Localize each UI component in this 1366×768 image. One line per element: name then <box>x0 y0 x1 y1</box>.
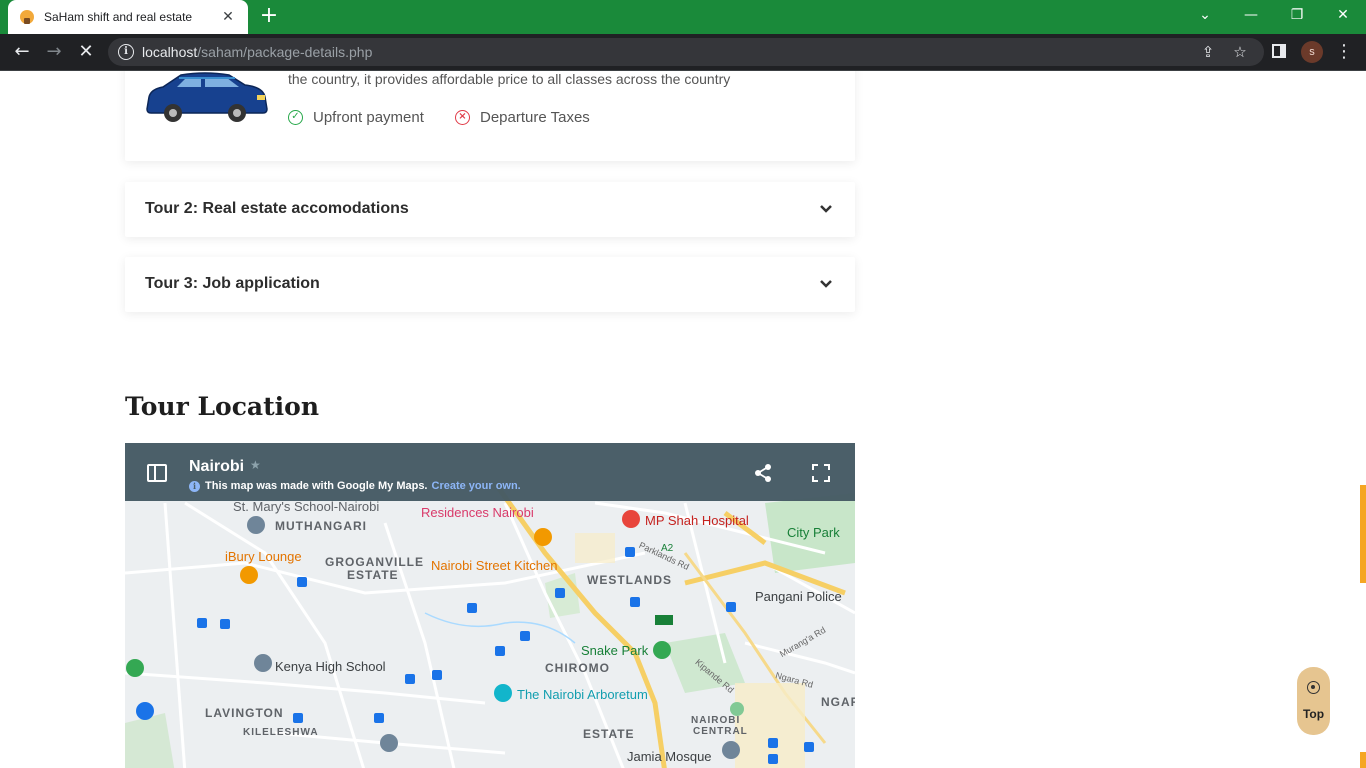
map-label[interactable]: Snake Park <box>581 643 648 658</box>
map-label[interactable]: Kenya High School <box>275 659 386 674</box>
map-label[interactable]: City Park <box>787 525 840 540</box>
accordion-tour-3[interactable]: Tour 3: Job application <box>125 257 855 312</box>
scroll-indicator <box>1360 752 1366 768</box>
map-label[interactable]: Nairobi Street Kitchen <box>431 558 557 573</box>
forward-icon[interactable]: → <box>40 38 68 66</box>
tour-1-description: the country, it provides affordable pric… <box>288 71 731 87</box>
map-credit-text: This map was made with Google My Maps. <box>205 480 428 492</box>
section-title: Tour Location <box>125 392 320 421</box>
map-label: A2 <box>661 543 674 554</box>
url-text[interactable]: localhost/saham/package-details.php <box>142 44 372 60</box>
map-label: WESTLANDS <box>587 573 672 587</box>
tab-title: SaHam shift and real estate <box>44 10 193 24</box>
embedded-map[interactable]: St. Mary's School-Nairobi MUTHANGARI Res… <box>125 443 855 768</box>
map-label[interactable]: MP Shah Hospital <box>645 513 749 528</box>
map-label: NAIROBI <box>691 715 741 726</box>
bookmark-star-icon[interactable]: ☆ <box>1230 42 1250 62</box>
back-to-top-button[interactable]: Top <box>1297 667 1330 735</box>
page-viewport: the country, it provides affordable pric… <box>0 71 1366 768</box>
car-image <box>146 72 268 122</box>
side-panel-icon[interactable] <box>1272 44 1286 58</box>
map-label: MUTHANGARI <box>275 519 367 533</box>
new-tab-button[interactable]: + <box>256 5 282 29</box>
chevron-down-icon[interactable] <box>819 202 833 216</box>
map-label: NGAR <box>821 695 855 709</box>
browser-tab-bar: SaHam shift and real estate ✕ + ⌄ — ❐ ✕ <box>0 0 1366 34</box>
map-credit: i This map was made with Google My Maps.… <box>189 480 521 492</box>
scroll-indicator <box>1360 485 1366 583</box>
favicon-icon <box>20 10 34 24</box>
map-label: GROGANVILLE <box>325 555 425 569</box>
profile-avatar[interactable]: s <box>1301 41 1323 63</box>
map-label: CENTRAL <box>693 726 748 737</box>
included-item: ✓ Upfront payment <box>288 109 424 126</box>
close-tab-icon[interactable]: ✕ <box>220 9 236 25</box>
star-icon[interactable]: ★ <box>250 458 261 472</box>
browser-tab[interactable]: SaHam shift and real estate ✕ <box>8 0 248 34</box>
create-your-own-link[interactable]: Create your own. <box>432 480 521 492</box>
map-label[interactable]: Jamia Mosque <box>627 749 712 764</box>
accordion-title[interactable]: Tour 3: Job application <box>145 275 320 293</box>
excluded-item: × Departure Taxes <box>455 109 590 126</box>
included-label: Upfront payment <box>313 109 424 126</box>
map-label[interactable]: Residences Nairobi <box>421 505 534 520</box>
tour-1-card: the country, it provides affordable pric… <box>125 71 855 161</box>
excluded-label: Departure Taxes <box>480 109 590 126</box>
map-legend-toggle-icon[interactable] <box>147 464 167 482</box>
map-header: Nairobi ★ i This map was made with Googl… <box>125 443 855 501</box>
share-page-icon[interactable]: ⇪ <box>1198 42 1218 62</box>
chevron-down-icon[interactable] <box>819 277 833 291</box>
map-title[interactable]: Nairobi <box>189 458 244 476</box>
stop-loading-icon[interactable]: ✕ <box>72 38 100 66</box>
map-label[interactable]: The Nairobi Arboretum <box>517 687 648 702</box>
close-window-icon[interactable]: ✕ <box>1320 0 1366 30</box>
map-label: LAVINGTON <box>205 706 284 720</box>
tab-search-icon[interactable]: ⌄ <box>1182 0 1228 30</box>
map-label: KILELESHWA <box>243 727 319 738</box>
browser-menu-icon[interactable]: ⋮ <box>1334 38 1354 66</box>
map-label: ESTATE <box>347 568 399 582</box>
map-label[interactable]: St. Mary's School-Nairobi <box>233 499 379 514</box>
fullscreen-icon[interactable] <box>811 463 831 483</box>
map-label[interactable]: iBury Lounge <box>225 549 302 564</box>
back-to-top-label: Top <box>1302 707 1325 721</box>
map-label: ESTATE <box>583 727 635 741</box>
x-circle-icon: × <box>455 110 470 125</box>
check-circle-icon: ✓ <box>288 110 303 125</box>
target-icon <box>1307 681 1320 694</box>
accordion-tour-2[interactable]: Tour 2: Real estate accomodations <box>125 182 855 237</box>
accordion-title[interactable]: Tour 2: Real estate accomodations <box>145 200 409 218</box>
browser-toolbar: ← → ✕ i localhost/saham/package-details.… <box>0 34 1366 71</box>
site-info-icon[interactable]: i <box>118 44 134 60</box>
share-icon[interactable] <box>753 463 773 483</box>
info-icon: i <box>189 480 200 492</box>
minimize-icon[interactable]: — <box>1228 0 1274 30</box>
back-icon[interactable]: ← <box>8 38 36 66</box>
restore-icon[interactable]: ❐ <box>1274 0 1320 30</box>
address-bar[interactable]: i localhost/saham/package-details.php ⇪ … <box>108 38 1264 66</box>
map-label[interactable]: Pangani Police <box>755 589 842 604</box>
map-label: CHIROMO <box>545 661 610 675</box>
